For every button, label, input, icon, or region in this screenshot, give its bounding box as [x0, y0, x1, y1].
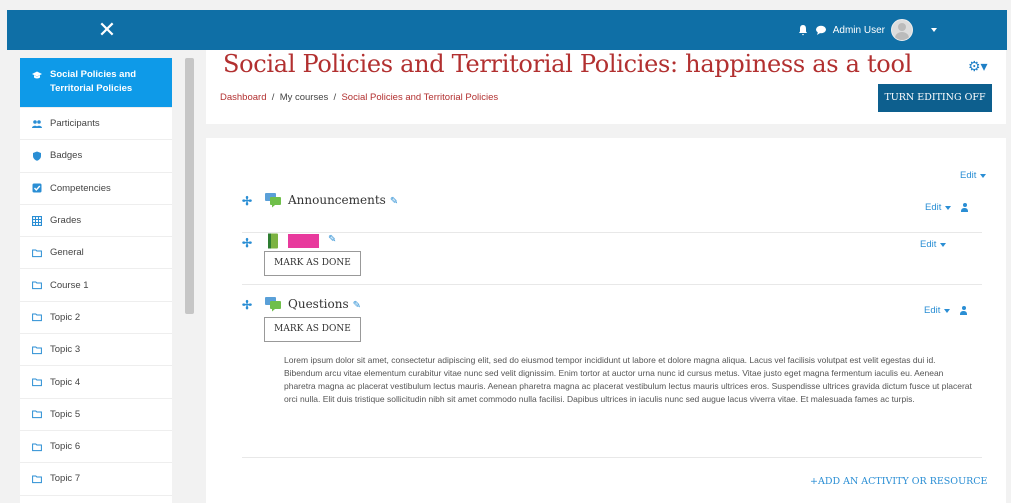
move-icon[interactable]: ✢	[242, 237, 252, 249]
plus-icon: +	[810, 476, 818, 487]
sidebar-item-label: Grades	[50, 215, 82, 227]
turn-editing-off-button[interactable]: TURN EDITING OFF	[878, 84, 992, 112]
activity-name-text: Announcements	[288, 193, 386, 207]
activity-name[interactable]: Questions ✎	[288, 297, 361, 311]
edit-label: Edit	[925, 202, 942, 213]
sidebar-item-badges[interactable]: Badges	[20, 140, 172, 173]
sidebar-item-label: Topic 6	[50, 441, 81, 453]
activity-edit-menu[interactable]: Edit	[920, 239, 947, 250]
sidebar-item-topic-6[interactable]: Topic 6	[20, 431, 172, 464]
close-drawer-icon[interactable]: ✕	[95, 18, 119, 42]
book-icon	[268, 233, 278, 249]
breadcrumb-my-courses[interactable]: My courses	[280, 92, 329, 103]
add-activity-link[interactable]: +ADD AN ACTIVITY OR RESOURCE	[810, 476, 987, 487]
folder-icon	[32, 410, 42, 419]
user-menu-area: Admin User	[797, 18, 937, 42]
folder-icon	[32, 378, 42, 387]
activity-book: ✢ Book ✎ Edit MARK AS DONE	[242, 233, 982, 285]
sidebar-item-competencies[interactable]: Competencies	[20, 173, 172, 205]
sidebar-item-course[interactable]: Social Policies and Territorial Policies	[20, 58, 172, 108]
person-icon[interactable]	[961, 203, 969, 212]
breadcrumb-separator: /	[271, 92, 275, 103]
chevron-down-icon[interactable]	[931, 28, 937, 32]
page-header: Social Policies and Territorial Policies…	[206, 50, 1006, 124]
folder-icon	[32, 249, 42, 257]
sidebar-item-label: Course 1	[50, 279, 89, 291]
section-edit-menu[interactable]: Edit	[960, 170, 987, 181]
checkbox-icon	[32, 183, 42, 193]
pencil-icon[interactable]: ✎	[390, 196, 398, 207]
person-icon[interactable]	[960, 306, 968, 315]
sidebar-item-label: Social Policies and Territorial Policies	[50, 69, 137, 94]
sidebar-item-label: Topic 4	[50, 376, 81, 388]
sidebar-item-grades[interactable]: Grades	[20, 205, 172, 238]
activity-name-text: Questions	[288, 297, 349, 311]
sidebar-item-topic-4[interactable]: Topic 4	[20, 366, 172, 399]
sidebar-item-label: Competencies	[50, 182, 111, 194]
sidebar-item-course-1[interactable]: Course 1	[20, 269, 172, 302]
bell-icon[interactable]	[797, 24, 809, 36]
breadcrumb-separator: /	[333, 92, 337, 103]
pencil-icon[interactable]: ✎	[328, 234, 336, 245]
folder-icon	[32, 475, 42, 484]
user-name[interactable]: Admin User	[833, 25, 885, 36]
mark-as-done-button[interactable]: MARK AS DONE	[264, 251, 361, 276]
pencil-icon[interactable]: ✎	[353, 300, 361, 311]
sidebar-item-label: Participants	[50, 118, 100, 130]
sidebar-item-topic-3[interactable]: Topic 3	[20, 334, 172, 367]
sidebar-item-label: Topic 2	[50, 311, 81, 323]
move-icon[interactable]: ✢	[242, 195, 252, 207]
sidebar-item-topic-7[interactable]: Topic 7	[20, 463, 172, 496]
shield-icon	[33, 151, 41, 161]
top-navbar: ✕ Admin User	[7, 10, 1007, 50]
sidebar-item-topic-5[interactable]: Topic 5	[20, 399, 172, 431]
forum-icon	[265, 297, 281, 312]
activity-name-text: Book	[288, 234, 319, 248]
sidebar-item-label: Topic 7	[50, 473, 81, 485]
sidebar-item-topic-2[interactable]: Topic 2	[20, 302, 172, 335]
sidebar-item-label: Topic 5	[50, 408, 81, 420]
sidebar-item-label: Badges	[50, 150, 83, 162]
edit-label: Edit	[960, 170, 977, 181]
activity-edit-menu[interactable]: Edit	[924, 305, 968, 316]
activity-edit-menu[interactable]: Edit	[925, 202, 969, 213]
course-section: Edit ✢ Announcements ✎ Edit ✢ Book ✎ Edit…	[206, 138, 1006, 503]
breadcrumb-course[interactable]: Social Policies and Territorial Policies	[341, 92, 498, 103]
chevron-down-icon	[980, 173, 987, 178]
folder-icon	[32, 346, 42, 354]
gear-icon[interactable]: ⚙▾	[968, 58, 988, 74]
graduation-cap-icon	[32, 71, 42, 79]
breadcrumb: Dashboard / My courses / Social Policies…	[220, 92, 498, 103]
sidebar-scrollbar[interactable]	[185, 58, 194, 314]
course-sidebar: Social Policies and Territorial Policies…	[20, 58, 172, 503]
mark-as-done-button[interactable]: MARK AS DONE	[264, 317, 361, 342]
sidebar-item-general[interactable]: General	[20, 237, 172, 270]
chevron-down-icon	[944, 308, 951, 313]
activity-name[interactable]: Announcements ✎	[288, 193, 398, 207]
edit-label: Edit	[920, 239, 937, 250]
folder-icon	[32, 281, 42, 290]
chat-icon[interactable]	[815, 24, 827, 36]
folder-icon	[32, 313, 42, 322]
sidebar-item-participants[interactable]: Participants	[20, 108, 172, 141]
chevron-down-icon	[940, 242, 947, 247]
edit-label: Edit	[924, 305, 941, 316]
chevron-down-icon	[945, 205, 952, 210]
users-icon	[32, 119, 42, 128]
avatar[interactable]	[891, 19, 913, 41]
folder-icon	[32, 443, 42, 451]
activity-description: Lorem ipsum dolor sit amet, consectetur …	[284, 355, 972, 404]
breadcrumb-dashboard[interactable]: Dashboard	[220, 92, 266, 103]
table-icon	[32, 215, 42, 226]
move-icon[interactable]: ✢	[242, 299, 252, 311]
sidebar-item-label: General	[50, 247, 84, 259]
page-title: Social Policies and Territorial Policies…	[223, 50, 912, 78]
add-activity-label: ADD AN ACTIVITY OR RESOURCE	[817, 476, 988, 487]
forum-icon	[265, 193, 281, 208]
activity-name[interactable]: Book	[288, 234, 319, 248]
activity-announcements: ✢ Announcements ✎ Edit	[242, 190, 982, 233]
sidebar-item-label: Topic 3	[50, 344, 81, 356]
